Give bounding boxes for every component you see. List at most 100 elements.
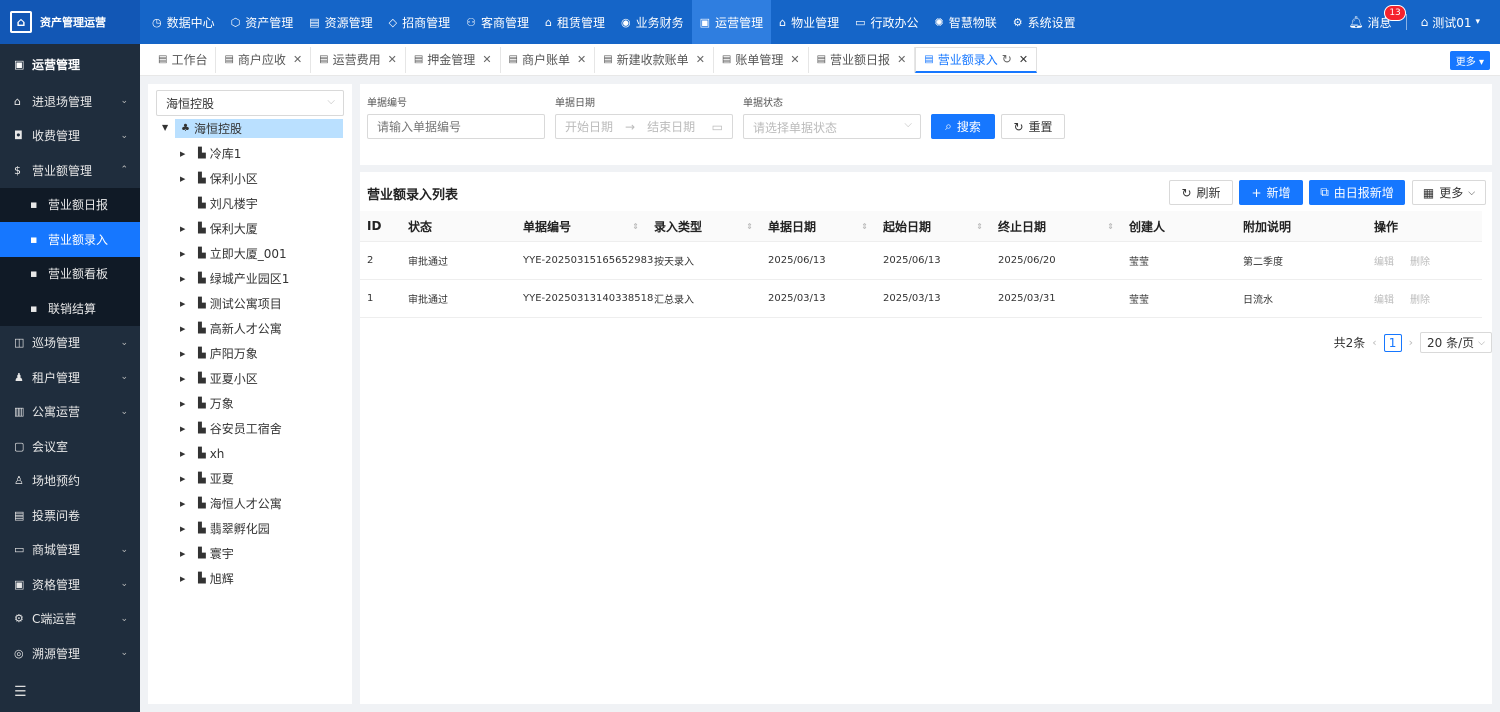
sidebar-subitem[interactable]: ▪ 联销结算 bbox=[0, 291, 140, 326]
topnav-item[interactable]: ◇ 招商管理 bbox=[381, 0, 458, 44]
edit-link[interactable]: 编辑 bbox=[1374, 253, 1394, 268]
close-icon[interactable]: ✕ bbox=[293, 53, 302, 66]
date-range-picker[interactable]: 开始日期 → 结束日期 ▭ bbox=[555, 114, 733, 139]
reset-button[interactable]: ↻ 重置 bbox=[1001, 114, 1065, 139]
caret-right-icon[interactable]: ▶ bbox=[178, 325, 198, 333]
sidebar-item[interactable]: ▢ 会议室 bbox=[0, 429, 140, 464]
column-header[interactable]: 起始日期 ⇕ bbox=[876, 211, 991, 241]
tabs-more-button[interactable]: 更多 ▾ bbox=[1449, 51, 1490, 70]
edit-link[interactable]: 编辑 bbox=[1374, 291, 1394, 306]
close-icon[interactable]: ✕ bbox=[790, 53, 799, 66]
messages-button[interactable]: 🔔︎ 消息 13 bbox=[1348, 4, 1406, 31]
caret-right-icon[interactable]: ▶ bbox=[178, 150, 198, 158]
topnav-item[interactable]: ⌂ 租赁管理 bbox=[537, 0, 613, 44]
sidebar-item[interactable]: ♟ 租户管理 ⌄ bbox=[0, 360, 140, 395]
status-select[interactable]: 请选择单据状态 ⌵ bbox=[743, 114, 921, 139]
tree-node[interactable]: ▶ ▙ 谷安员工宿舍 bbox=[178, 416, 289, 441]
sidebar-subitem[interactable]: ▪ 营业额看板 bbox=[0, 256, 140, 291]
sidebar-subitem[interactable]: ▪ 营业额日报 bbox=[0, 187, 140, 222]
tree-node[interactable]: ▙ 刘凡楼宇 bbox=[178, 191, 289, 216]
tree-caret-down-icon[interactable]: ▼ bbox=[162, 123, 168, 132]
caret-right-icon[interactable]: ▶ bbox=[178, 400, 198, 408]
add-from-daily-button[interactable]: ⧉ 由日报新增 bbox=[1309, 180, 1405, 205]
close-icon[interactable]: ✕ bbox=[897, 53, 906, 66]
tree-node[interactable]: ▶ ▙ 海恒人才公寓 bbox=[178, 491, 289, 516]
topnav-item[interactable]: ⚇ 客商管理 bbox=[458, 0, 537, 44]
topnav-item[interactable]: ▭ 行政办公 bbox=[847, 0, 926, 44]
caret-right-icon[interactable]: ▶ bbox=[178, 525, 198, 533]
column-header[interactable]: 终止日期 ⇕ bbox=[991, 211, 1122, 241]
caret-right-icon[interactable]: ▶ bbox=[178, 425, 198, 433]
topnav-item[interactable]: ▣ 运营管理 bbox=[691, 0, 772, 44]
page-number[interactable]: 1 bbox=[1383, 333, 1402, 352]
topnav-item[interactable]: ◷ 数据中心 bbox=[144, 0, 223, 44]
tab[interactable]: ▤ 新建收款账单 ✕ bbox=[595, 46, 714, 73]
caret-right-icon[interactable]: ▶ bbox=[178, 375, 198, 383]
sidebar-item[interactable]: ♙ 场地预约 bbox=[0, 464, 140, 499]
topnav-item[interactable]: ▤ 资源管理 bbox=[301, 0, 380, 44]
tree-node[interactable]: ▶ ▙ 立即大厦_001 bbox=[178, 241, 289, 266]
tree-node[interactable]: ▶ ▙ 亚夏 bbox=[178, 466, 289, 491]
tree-node[interactable]: ▶ ▙ 万象 bbox=[178, 391, 289, 416]
sort-icon[interactable]: ⇕ bbox=[976, 222, 983, 231]
column-header[interactable]: 单据编号 ⇕ bbox=[516, 211, 647, 241]
sidebar-item[interactable]: $ 营业额管理 ⌃ bbox=[0, 153, 140, 188]
sidebar-item[interactable]: ⌂ 进退场管理 ⌄ bbox=[0, 84, 140, 119]
caret-right-icon[interactable]: ▶ bbox=[178, 175, 198, 183]
tree-node[interactable]: ▶ ▙ 旭辉 bbox=[178, 566, 289, 591]
org-select[interactable]: 海恒控股 ⌵ bbox=[156, 90, 344, 116]
brand[interactable]: ⌂ 资产管理运营 bbox=[0, 0, 140, 44]
list-more-button[interactable]: ▦ 更多 ⌵ bbox=[1412, 180, 1486, 205]
column-header[interactable]: 录入类型 ⇕ bbox=[647, 211, 761, 241]
topnav-item[interactable]: ⌂ 物业管理 bbox=[771, 0, 847, 44]
tree-node[interactable]: ▶ ▙ 亚夏小区 bbox=[178, 366, 289, 391]
topnav-item[interactable]: ⬡ 资产管理 bbox=[223, 0, 302, 44]
delete-link[interactable]: 删除 bbox=[1410, 291, 1430, 306]
caret-right-icon[interactable]: ▶ bbox=[178, 550, 198, 558]
sidebar-item[interactable]: ⚙ C端运营 ⌄ bbox=[0, 602, 140, 637]
reload-icon[interactable]: ↻ bbox=[1002, 52, 1012, 66]
tree-node[interactable]: ▶ ▙ 高新人才公寓 bbox=[178, 316, 289, 341]
topnav-item[interactable]: ◉ 业务财务 bbox=[613, 0, 692, 44]
sidebar-item[interactable]: ▥ 公寓运营 ⌄ bbox=[0, 395, 140, 430]
sidebar-subitem[interactable]: ▪ 营业额录入 bbox=[0, 222, 140, 257]
tab[interactable]: ▤ 商户应收 ✕ bbox=[216, 46, 312, 73]
tree-node[interactable]: ▶ ▙ 翡翠孵化园 bbox=[178, 516, 289, 541]
sort-icon[interactable]: ⇕ bbox=[632, 222, 639, 231]
column-header[interactable]: 单据日期 ⇕ bbox=[761, 211, 876, 241]
caret-right-icon[interactable]: ▶ bbox=[178, 300, 198, 308]
close-icon[interactable]: ✕ bbox=[1019, 53, 1028, 66]
tree-root-node[interactable]: ♣ 海恒控股 bbox=[175, 119, 343, 138]
tree-node[interactable]: ▶ ▙ 测试公寓项目 bbox=[178, 291, 289, 316]
tree-node[interactable]: ▶ ▙ xh bbox=[178, 441, 289, 466]
user-menu[interactable]: ⌂ 测试01 ▾ bbox=[1421, 14, 1480, 31]
tab[interactable]: ▤ 运营费用 ✕ bbox=[311, 46, 406, 73]
tab[interactable]: ▤ 工作台 bbox=[150, 46, 217, 73]
sidebar-item[interactable]: ▣ 资格管理 ⌄ bbox=[0, 567, 140, 602]
doc-no-input[interactable] bbox=[367, 114, 545, 139]
prev-page-icon[interactable]: ‹ bbox=[1372, 336, 1376, 349]
sidebar-item[interactable]: ◫ 巡场管理 ⌄ bbox=[0, 326, 140, 361]
caret-right-icon[interactable]: ▶ bbox=[178, 225, 198, 233]
sort-icon[interactable]: ⇕ bbox=[746, 222, 753, 231]
add-button[interactable]: + 新增 bbox=[1239, 180, 1303, 205]
tab[interactable]: ▤ 商户账单 ✕ bbox=[501, 46, 596, 73]
tree-node[interactable]: ▶ ▙ 冷库1 bbox=[178, 141, 289, 166]
tree-node[interactable]: ▶ ▙ 庐阳万象 bbox=[178, 341, 289, 366]
close-icon[interactable]: ✕ bbox=[577, 53, 586, 66]
sidebar-item[interactable]: ◎ 溯源管理 ⌄ bbox=[0, 636, 140, 671]
sort-icon[interactable]: ⇕ bbox=[861, 222, 868, 231]
close-icon[interactable]: ✕ bbox=[696, 53, 705, 66]
refresh-button[interactable]: ↻ 刷新 bbox=[1169, 180, 1233, 205]
sidebar-item[interactable]: ▭ 商城管理 ⌄ bbox=[0, 533, 140, 568]
caret-right-icon[interactable]: ▶ bbox=[178, 575, 198, 583]
collapse-menu-icon[interactable]: ☰ bbox=[14, 684, 27, 700]
next-page-icon[interactable]: › bbox=[1409, 336, 1413, 349]
sort-icon[interactable]: ⇕ bbox=[1107, 222, 1114, 231]
tab[interactable]: ▤ 营业额日报 ✕ bbox=[809, 46, 916, 73]
tab[interactable]: ▤ 账单管理 ✕ bbox=[714, 46, 809, 73]
topnav-item[interactable]: ✺ 智慧物联 bbox=[927, 0, 1005, 44]
search-button[interactable]: ⌕ 搜索 bbox=[931, 114, 995, 139]
tab[interactable]: ▤ 营业额录入 ↻ ✕ bbox=[915, 46, 1038, 73]
close-icon[interactable]: ✕ bbox=[482, 53, 491, 66]
